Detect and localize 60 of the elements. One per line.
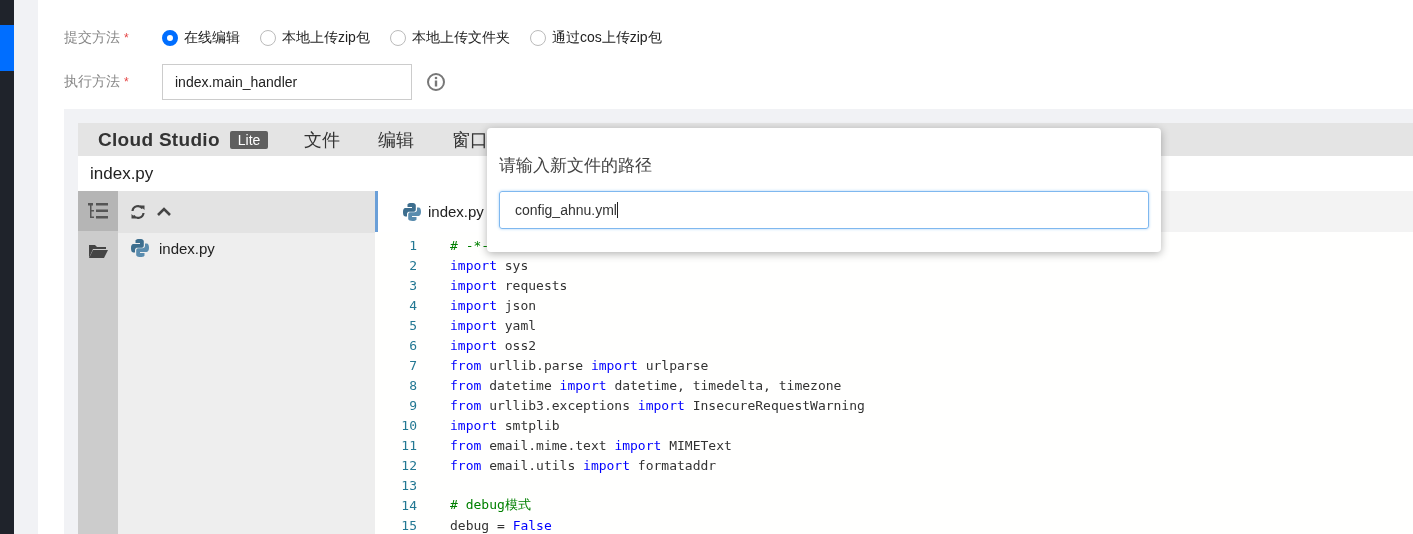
line-number: 2 [408, 257, 417, 273]
radio-option[interactable]: 在线编辑 [162, 29, 240, 47]
file-tree-item[interactable]: index.py [118, 233, 375, 263]
radio-option[interactable]: 通过cos上传zip包 [529, 29, 662, 47]
line-number: 3 [408, 277, 417, 293]
code-line: import requests [450, 277, 568, 293]
code-line: import json [450, 297, 537, 313]
code-line: from urllib3.exceptions import InsecureRequestWarning [450, 397, 865, 413]
menu-item[interactable]: 文件 [304, 127, 341, 152]
code-line: import oss2 [450, 337, 537, 353]
file-title: index.py [90, 163, 154, 184]
line-number: 7 [408, 357, 417, 373]
active-nav-marker [0, 25, 14, 71]
file-path-input[interactable]: config_ahnu.yml [499, 191, 1149, 229]
code-line: debug = False [450, 517, 552, 533]
list-tree-icon [87, 202, 109, 220]
code-line: import yaml [450, 317, 537, 333]
python-icon [130, 238, 150, 258]
radio-label: 在线编辑 [184, 29, 240, 47]
field-label: 执行方法 [64, 73, 120, 91]
line-number: 13 [400, 477, 417, 493]
line-number: 11 [400, 437, 417, 453]
code-line: # -*- [450, 237, 490, 253]
line-number: 6 [408, 337, 417, 353]
python-icon [402, 201, 422, 222]
code-line: import smtplib [450, 417, 560, 433]
line-number: 4 [408, 297, 417, 313]
menu-item[interactable]: 窗口 [452, 127, 489, 152]
brand-name: Cloud Studio [98, 128, 220, 151]
line-number: 9 [408, 397, 417, 413]
line-number: 12 [400, 457, 417, 473]
handler-input[interactable]: index.main_handler [162, 64, 412, 100]
radio-label: 本地上传文件夹 [411, 29, 510, 47]
radio-option[interactable]: 本地上传文件夹 [389, 29, 510, 47]
required-mark: * [124, 31, 130, 45]
line-number: 8 [408, 377, 417, 393]
line-number: 1 [408, 237, 417, 253]
field-label: 提交方法 [64, 29, 120, 47]
required-mark: * [124, 75, 130, 89]
folder-icon [88, 243, 108, 259]
line-number: 5 [408, 317, 417, 333]
code-line: from email.utils import formataddr [450, 457, 717, 473]
info-icon[interactable] [426, 72, 446, 92]
line-number: 15 [400, 517, 417, 533]
code-line: from urllib.parse import urlparse [450, 357, 709, 373]
code-line: from datetime import datetime, timedelta, timezone [450, 377, 842, 393]
line-number: 14 [400, 497, 417, 513]
code-line: # debug模式 [450, 496, 531, 514]
radio-label: 本地上传zip包 [282, 29, 370, 47]
radio-option[interactable]: 本地上传zip包 [260, 29, 370, 47]
code-line: import sys [450, 257, 529, 273]
line-number: 10 [400, 417, 417, 433]
refresh-icon[interactable] [130, 204, 146, 220]
menu-item[interactable]: 编辑 [378, 127, 415, 152]
radio-label: 通过cos上传zip包 [551, 29, 662, 47]
dialog-title: 请输入新文件的路径 [499, 155, 653, 177]
radio-circle[interactable] [162, 30, 178, 46]
brand-badge: Lite [229, 130, 269, 149]
code-line: from email.mime.text import MIMEText [450, 437, 732, 453]
outline-tab[interactable] [78, 191, 118, 231]
